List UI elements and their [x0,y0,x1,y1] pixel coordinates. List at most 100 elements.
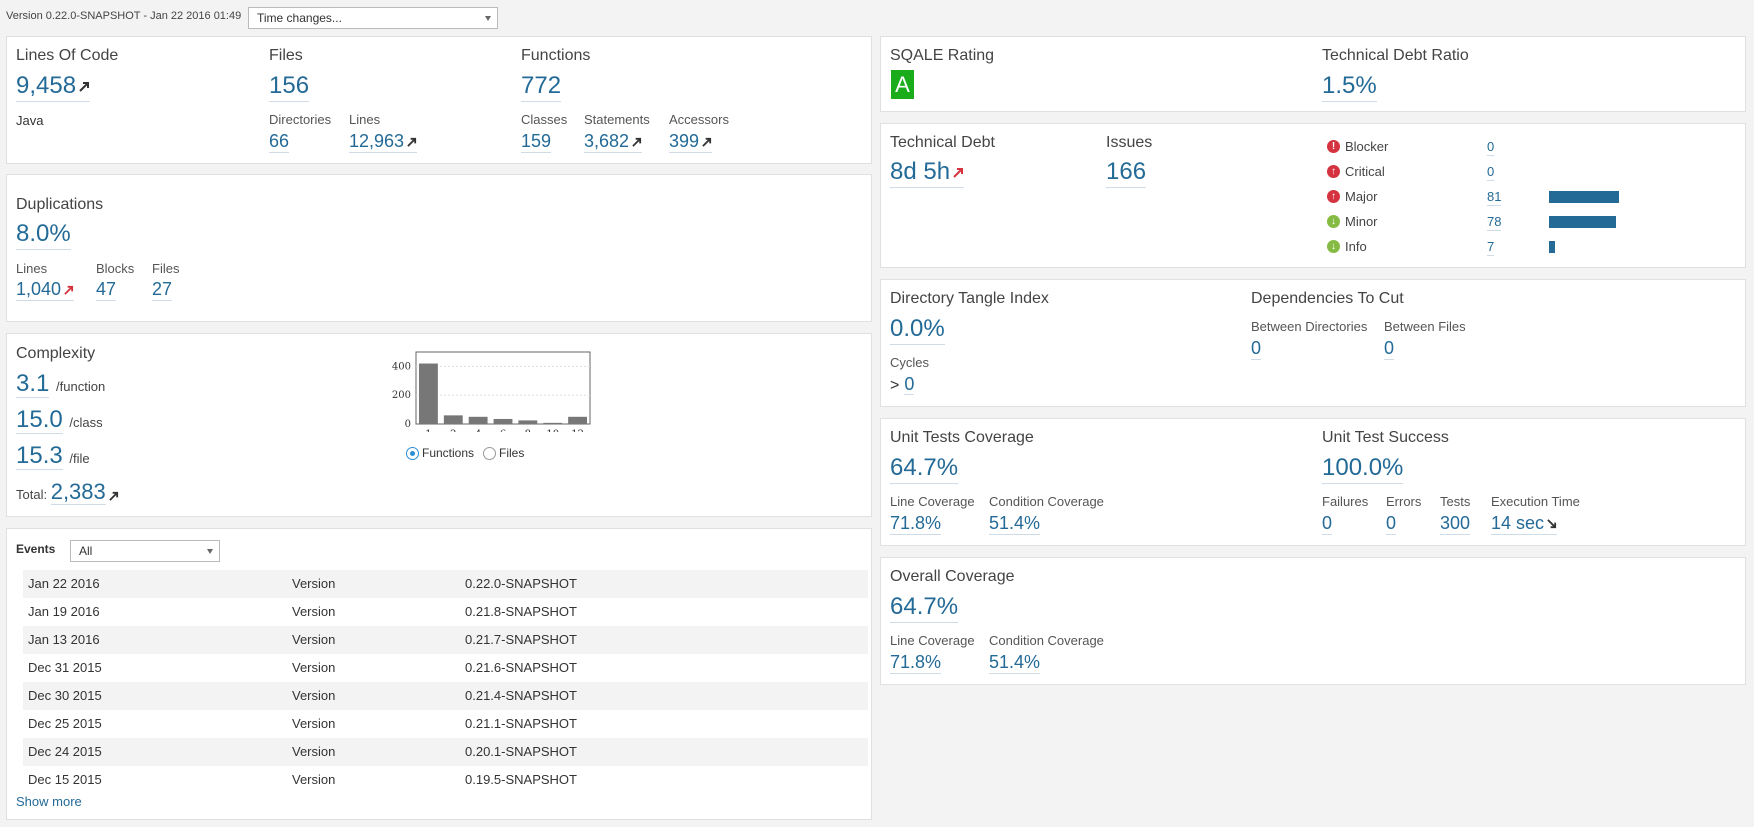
severity-count[interactable]: 0 [1487,163,1495,181]
tests-value[interactable]: 300 [1440,513,1471,535]
issues-value[interactable]: 166 [1106,159,1147,188]
duplications-panel: Duplications 8.0% Lines 1,040 Blocks 47 … [6,174,872,322]
events-title: Events [16,542,56,556]
event-row: Dec 24 2015 Version 0.20.1-SNAPSHOT [23,738,868,766]
trend-up-bad-icon [64,286,74,295]
between-files-value[interactable]: 0 [1384,338,1395,360]
cycles-label: Cycles [890,355,930,370]
severity-row-info[interactable]: ↓ Info 7 [1327,236,1727,258]
event-date: Dec 24 2015 [28,744,102,759]
critical-icon: ↑ [1327,165,1340,178]
event-name: 0.19.5-SNAPSHOT [465,772,577,787]
severity-row-major[interactable]: ↑ Major 81 [1327,186,1727,208]
events-filter-select[interactable]: All [70,540,220,562]
radio-files[interactable] [483,447,496,460]
severity-label: Critical [1345,164,1385,179]
classes-label: Classes [521,112,568,127]
severity-count[interactable]: 81 [1487,188,1502,206]
classes-value[interactable]: 159 [521,131,552,153]
event-date: Jan 22 2016 [28,576,100,591]
loc-value[interactable]: 9,458 [16,73,91,102]
overall-coverage-value[interactable]: 64.7% [890,594,959,623]
line-coverage-value[interactable]: 71.8% [890,513,942,535]
duplications-value[interactable]: 8.0% [16,221,71,250]
files-value[interactable]: 156 [269,73,310,102]
tangle-value[interactable]: 0.0% [890,316,945,345]
severity-row-minor[interactable]: ↓ Minor 78 [1327,211,1727,233]
overall-condition-coverage-value[interactable]: 51.4% [989,652,1041,674]
dup-lines-label: Lines [16,261,48,276]
total-label: Total: [16,487,48,502]
between-dirs-label: Between Directories [1251,319,1368,334]
severity-count[interactable]: 0 [1487,138,1495,156]
exec-time-value[interactable]: 14 sec [1491,513,1558,535]
overall-line-coverage-value[interactable]: 71.8% [890,652,942,674]
event-name: 0.21.6-SNAPSHOT [465,660,577,675]
complexity-per-file[interactable]: 15.3 /file [16,442,90,474]
bar-8 [518,420,538,424]
event-date: Dec 31 2015 [28,660,102,675]
language-label: Java [16,113,44,128]
radio-functions-label: Functions [422,446,475,460]
event-date: Dec 30 2015 [28,688,102,703]
failures-value[interactable]: 0 [1322,513,1333,535]
x-tick-label: 12 [571,429,584,432]
bar-2 [443,415,463,424]
severity-label: Minor [1345,214,1378,229]
minor-icon: ↓ [1327,215,1340,228]
functions-value[interactable]: 772 [521,73,562,102]
errors-value[interactable]: 0 [1386,513,1397,535]
event-row: Jan 22 2016 Version 0.22.0-SNAPSHOT [23,570,868,598]
lines-label: Lines [349,112,381,127]
time-changes-select[interactable]: Time changes... [248,7,498,29]
severity-bar [1549,191,1619,203]
radio-functions[interactable] [406,447,419,460]
statements-value[interactable]: 3,682 [584,131,643,153]
test-success-value[interactable]: 100.0% [1322,455,1404,484]
directories-label: Directories [269,112,332,127]
lines-value[interactable]: 12,963 [349,131,418,153]
severity-row-blocker[interactable]: ! Blocker 0 [1327,136,1727,158]
y-tick-label: 200 [392,390,411,401]
event-row: Dec 30 2015 Version 0.21.4-SNAPSHOT [23,682,868,710]
test-success-title: Unit Test Success [1322,429,1449,446]
complexity-total[interactable]: Total: 2,383 [16,479,119,505]
severity-row-critical[interactable]: ↑ Critical 0 [1327,161,1727,183]
events-filter-value: All [79,544,93,558]
trend-up-icon [702,138,712,147]
x-tick-label: 8 [525,429,531,432]
accessors-value[interactable]: 399 [669,131,713,153]
between-dirs-value[interactable]: 0 [1251,338,1262,360]
severity-count[interactable]: 78 [1487,213,1502,231]
sqale-rating-badge[interactable]: A [891,70,914,99]
event-name: 0.21.4-SNAPSHOT [465,688,577,703]
condition-coverage-label: Condition Coverage [989,494,1104,509]
between-files-label: Between Files [1384,319,1466,334]
severity-count[interactable]: 7 [1487,238,1495,256]
x-tick-label: 1 [425,429,431,432]
dup-files-value[interactable]: 27 [152,279,173,301]
event-date: Dec 15 2015 [28,772,102,787]
tangle-title: Directory Tangle Index [890,290,1049,307]
debt-ratio-title: Technical Debt Ratio [1322,47,1469,64]
event-type: Version [292,772,336,787]
complexity-per-class[interactable]: 15.0 /class [16,406,103,438]
debt-ratio-value[interactable]: 1.5% [1322,73,1377,102]
show-more-link[interactable]: Show more [16,794,82,809]
chevron-down-icon [207,549,213,554]
deps-title: Dependencies To Cut [1251,290,1404,307]
complexity-per-function[interactable]: 3.1 /function [16,370,105,402]
directories-value[interactable]: 66 [269,131,290,153]
statements-label: Statements [584,112,650,127]
dup-lines-value[interactable]: 1,040 [16,279,75,301]
cycles-value[interactable]: > 0 [890,374,915,395]
total-value[interactable]: 2,383 [50,479,106,505]
bar-10 [543,422,563,424]
unit-coverage-value[interactable]: 64.7% [890,455,959,484]
radio-files-label: Files [499,446,525,460]
technical-debt-value[interactable]: 8d 5h [890,159,965,188]
loc-title: Lines Of Code [16,47,119,64]
dup-blocks-value[interactable]: 47 [96,279,117,301]
event-type: Version [292,576,336,591]
condition-coverage-value[interactable]: 51.4% [989,513,1041,535]
